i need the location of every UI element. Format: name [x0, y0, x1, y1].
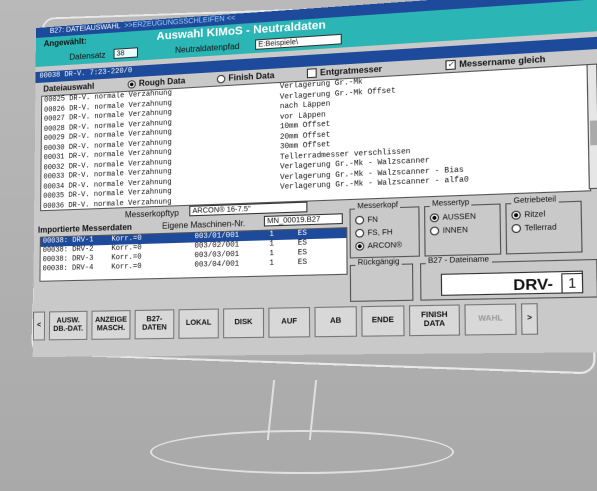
record-field[interactable]: 38 [114, 47, 138, 59]
radio-icon [128, 80, 136, 89]
path-field[interactable]: E:Beispiele\ [255, 34, 342, 50]
lokal-button[interactable]: LOKAL [178, 309, 218, 339]
gear-opt-ring[interactable]: Tellerrad [511, 223, 556, 233]
head-opt-fs-label: FS, FH [368, 229, 393, 237]
own-machine-field[interactable]: MN_00019.B27 [264, 213, 343, 226]
radio-icon [511, 224, 521, 233]
ende-button[interactable]: ENDE [361, 305, 404, 336]
table-cell-type: ES [298, 258, 307, 268]
gear-opt-ring-label: Tellerrad [525, 224, 557, 233]
radio-icon [511, 211, 521, 220]
finish-data-option[interactable]: Finish Data [217, 71, 275, 84]
table-cell-n: 1 [269, 240, 274, 250]
type-opt-outer-label: AUSSEN [442, 213, 475, 222]
table-cell-type: ES [298, 239, 307, 249]
scroll-thumb[interactable] [590, 120, 597, 145]
knife-head-group: Messerkopf FN FS, FH ARCON® [349, 206, 419, 258]
selection-label: Angewählt: [44, 37, 87, 49]
b27-button[interactable]: B27- DATEN [135, 309, 175, 339]
next-button[interactable]: > [521, 303, 538, 335]
table-cell-type: ES [298, 229, 307, 239]
wahl-button[interactable]: WAHL [464, 303, 516, 335]
imported-label: Importierte Messerdaten [38, 222, 132, 234]
prev-button[interactable]: < [33, 311, 45, 340]
imported-table[interactable]: 00038: DRV-1 Korr.=0 003/01/001 1 ES 00038: D… [39, 227, 347, 282]
head-opt-fs[interactable]: FS, FH [355, 228, 392, 238]
ausw-button[interactable]: AUSW. DB.-DAT. [49, 311, 88, 341]
file-list-scrollbar[interactable] [586, 63, 597, 189]
file-select-label: Dateiauswahl [43, 82, 94, 94]
drv-number-field[interactable]: 1 [561, 273, 583, 294]
radio-icon [355, 229, 364, 238]
gear-opt-pinion-label: Ritzel [524, 211, 545, 219]
radio-icon [217, 75, 225, 84]
app-screen: B27: DATEIAUSWAHL >>ERZEUGUNGSSCHLEIFEN … [33, 0, 597, 357]
undo-group-title: Rückgängig [355, 258, 401, 267]
head-opt-arcon[interactable]: ARCON® [355, 241, 402, 251]
finish-data-label: Finish Data [228, 71, 274, 83]
disk-button[interactable]: DISK [223, 308, 264, 339]
monitor-stand-base [150, 430, 454, 474]
gear-part-group-title: Getriebeteil [511, 196, 558, 205]
knife-head-group-title: Messerkopf [355, 202, 400, 211]
radio-icon [355, 242, 364, 251]
gear-part-group: Getriebeteil Ritzel Tellerrad [505, 201, 582, 255]
type-opt-inner-label: INNEN [443, 227, 468, 235]
undo-group[interactable]: Rückgängig [350, 263, 414, 302]
own-machine-label: Eigene Maschinen-Nr. [162, 219, 245, 231]
checkbox-checked-icon: ✓ [445, 60, 455, 70]
record-label: Datensatz [69, 50, 105, 61]
filename-group-title: B27 - Dateiname [426, 256, 492, 265]
table-cell-date: 003/04/001 [194, 260, 239, 271]
table-cell-type: ES [298, 249, 307, 259]
path-label: Neutraldatenpfad [175, 42, 239, 55]
rough-data-label: Rough Data [139, 76, 185, 88]
radio-icon [430, 226, 439, 235]
auf-button[interactable]: AUF [268, 307, 310, 338]
finish-button[interactable]: FINISH DATA [409, 304, 460, 336]
table-cell-korr: Korr.=0 [111, 263, 141, 273]
function-key-bar: < AUSW. DB.-DAT. ANZEIGE MASCH. B27- DATEN L… [33, 302, 597, 343]
radio-icon [430, 213, 439, 222]
table-cell-n: 1 [269, 250, 274, 260]
table-cell-n: 1 [269, 230, 274, 240]
gear-opt-pinion[interactable]: Ritzel [511, 210, 545, 220]
head-opt-arcon-label: ARCON® [368, 242, 402, 251]
table-cell-n: 1 [269, 259, 274, 269]
type-opt-outer[interactable]: AUSSEN [430, 212, 476, 222]
checkbox-icon [307, 69, 317, 79]
anzeige-button[interactable]: ANZEIGE MASCH. [91, 310, 130, 340]
rough-data-option[interactable]: Rough Data [128, 76, 186, 89]
monitor-illustration: B27: DATEIAUSWAHL >>ERZEUGUNGSSCHLEIFEN … [0, 0, 597, 491]
radio-icon [355, 216, 364, 225]
head-opt-fn-label: FN [367, 216, 378, 224]
knife-type-group: Messertyp AUSSEN INNEN [424, 203, 501, 256]
head-opt-fn[interactable]: FN [355, 215, 378, 224]
ab-button[interactable]: AB [314, 306, 357, 337]
knife-type-group-title: Messertyp [430, 199, 472, 208]
table-cell-name: 00038: DRV-4 [42, 264, 93, 275]
knife-head-label: Messerkopftyp [125, 208, 179, 219]
type-opt-inner[interactable]: INNEN [430, 226, 468, 236]
